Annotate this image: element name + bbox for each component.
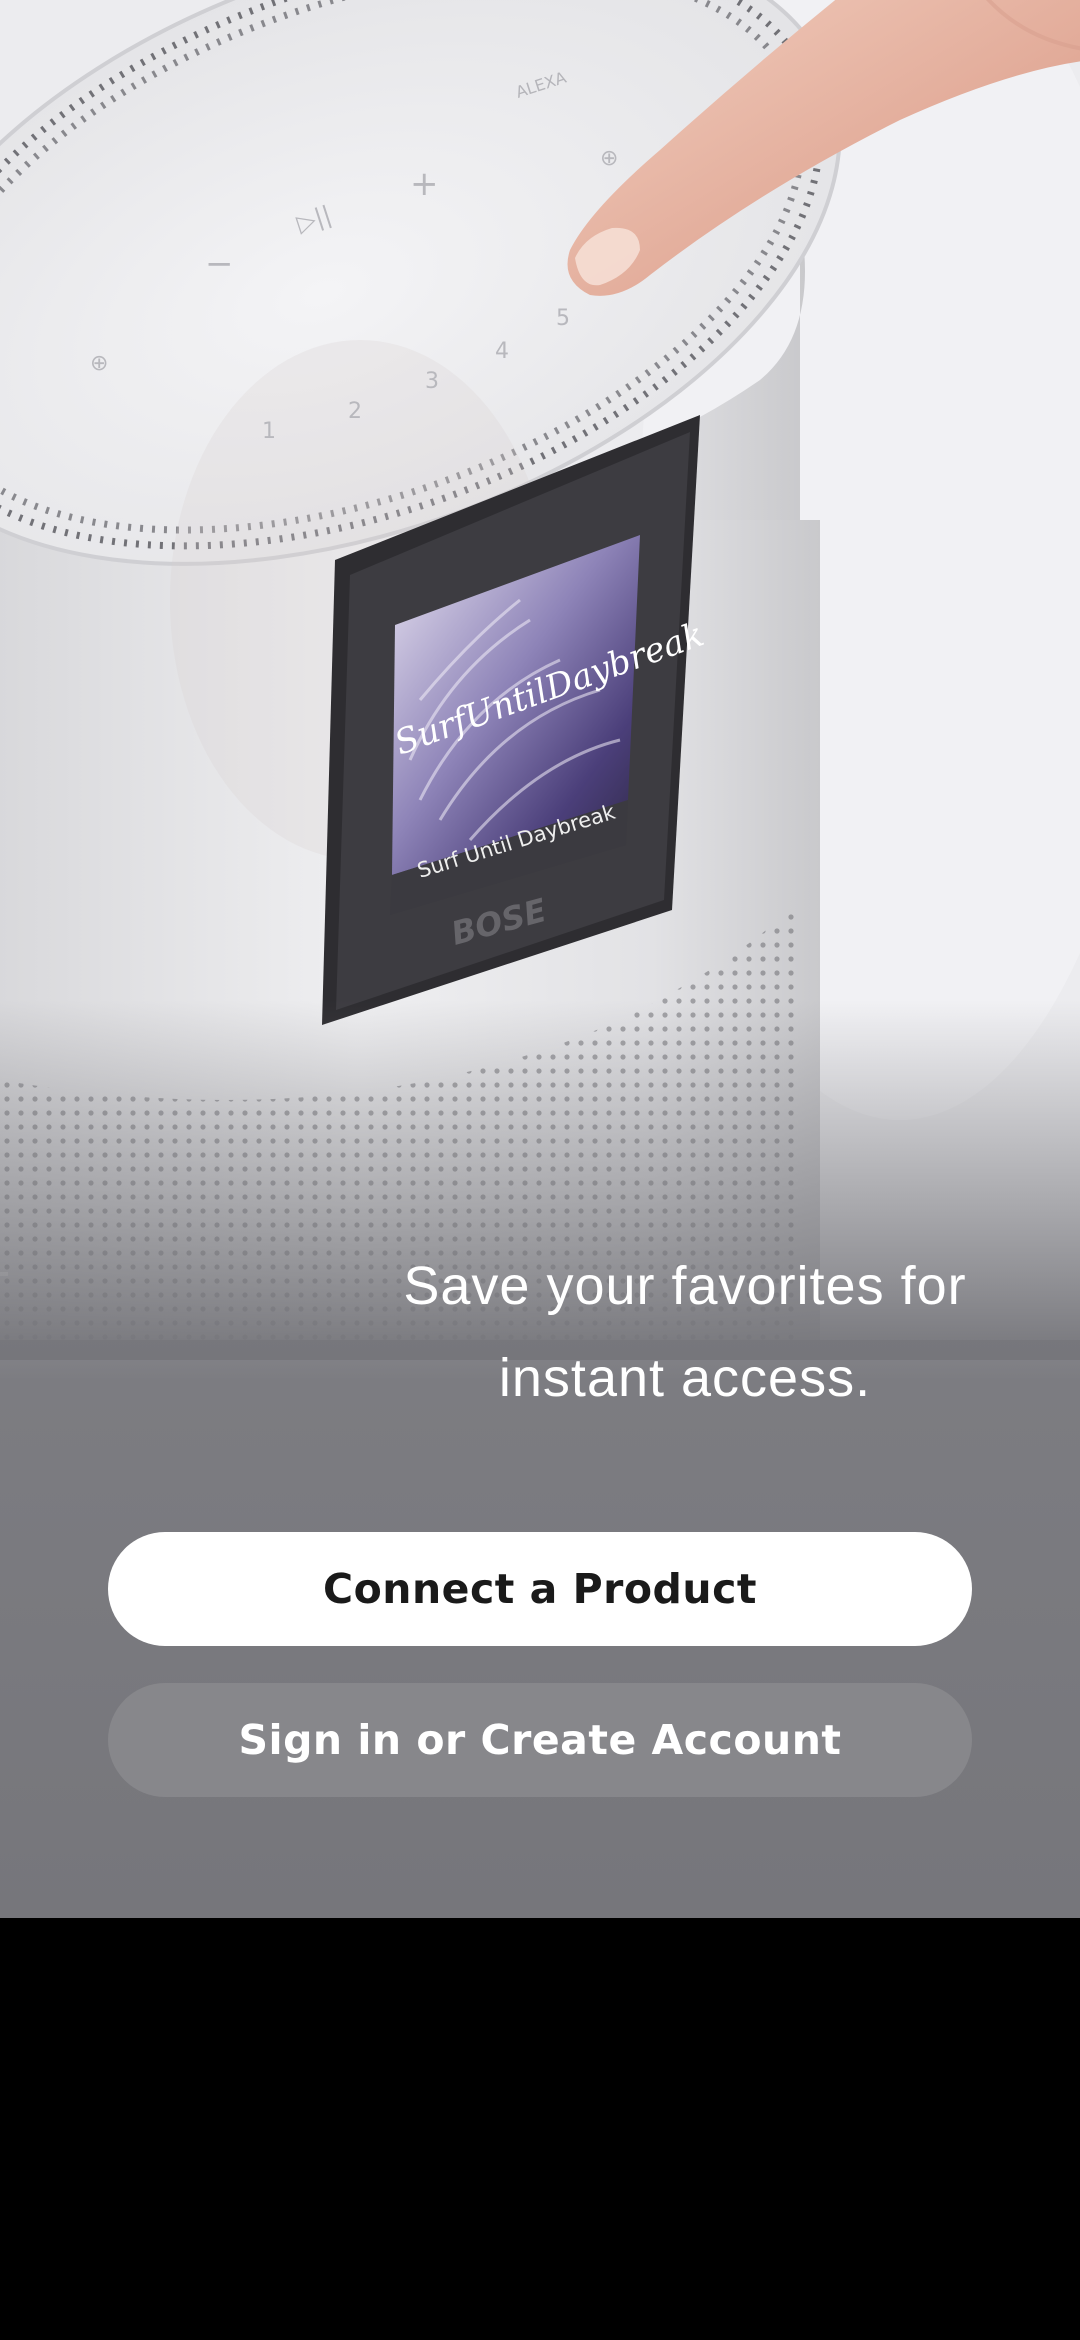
onboarding-screen: ALEXA + ▷|| − ⊕ ⊕ 1 2 3 4 5 SurfUntilDay…	[0, 0, 1080, 1918]
tagline-line-1: Save your favorites for	[403, 1256, 967, 1316]
svg-text:+: +	[410, 164, 439, 204]
svg-text:⊕: ⊕	[90, 351, 108, 376]
sign-in-create-account-button[interactable]: Sign in or Create Account	[108, 1683, 972, 1797]
svg-text:⊕: ⊕	[600, 146, 618, 171]
system-nav-area	[0, 1918, 1080, 2340]
svg-text:3: 3	[425, 369, 439, 394]
svg-text:−: −	[205, 244, 234, 284]
svg-text:4: 4	[495, 339, 509, 364]
svg-text:1: 1	[262, 419, 276, 444]
onboarding-tagline: Save your favorites for instant access.	[0, 1240, 1080, 1424]
svg-text:2: 2	[348, 399, 362, 424]
connect-product-button[interactable]: Connect a Product	[108, 1532, 972, 1646]
tagline-line-2: instant access.	[498, 1348, 872, 1408]
svg-text:5: 5	[556, 306, 570, 331]
